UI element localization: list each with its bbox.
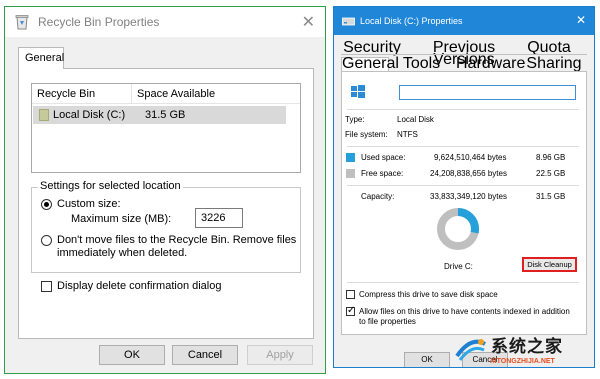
- apply-button[interactable]: Apply: [247, 345, 313, 365]
- watermark-logo-icon: [455, 339, 486, 361]
- compress-drive-label: Compress this drive to save disk space: [359, 290, 498, 299]
- title-bar: Local Disk (C:) Properties ✕: [334, 7, 594, 35]
- divider: [347, 185, 579, 186]
- type-value: Local Disk: [397, 115, 434, 124]
- watermark-text: 系统之家: [491, 337, 563, 356]
- max-size-input[interactable]: 3226: [195, 208, 243, 228]
- tab-security[interactable]: Security: [342, 40, 402, 56]
- divider: [347, 146, 579, 147]
- list-item[interactable]: Local Disk (C:) 31.5 GB: [33, 106, 286, 124]
- capacity-label: Capacity:: [361, 192, 395, 201]
- drive-name-input[interactable]: [399, 85, 576, 100]
- disk-cleanup-button[interactable]: Disk Cleanup: [522, 257, 577, 272]
- confirm-dialog-label: Display delete confirmation dialog: [57, 280, 222, 292]
- index-contents-checkbox[interactable]: [346, 305, 355, 316]
- disk-usage-donut: [437, 208, 479, 250]
- watermark-url: XITONGZHIJIA.NET: [490, 358, 555, 365]
- column-header-location[interactable]: Recycle Bin Location: [32, 83, 132, 120]
- free-space-swatch: [346, 169, 355, 178]
- drive-label: Drive C:: [444, 262, 473, 271]
- file-system-label: File system:: [345, 130, 388, 139]
- site-watermark: 系统之家 XITONGZHIJIA.NET: [448, 328, 598, 376]
- ok-button[interactable]: OK: [404, 352, 450, 367]
- tab-previous-versions[interactable]: Previous Versions: [414, 40, 514, 68]
- close-icon[interactable]: ✕: [576, 13, 586, 27]
- recycle-bin-properties-dialog: Recycle Bin Properties ✕ General Recycle…: [4, 6, 326, 374]
- max-size-label: Maximum size (MB):: [71, 213, 172, 225]
- type-label: Type:: [345, 115, 365, 124]
- compress-drive-checkbox[interactable]: [346, 290, 355, 299]
- free-space-bytes: 24,208,838,656 bytes: [430, 169, 507, 178]
- capacity-size: 31.5 GB: [536, 192, 566, 201]
- local-disk-properties-dialog: Local Disk (C:) Properties ✕ Security Pr…: [333, 6, 595, 368]
- drive-icon: [342, 17, 355, 25]
- custom-size-radio[interactable]: [41, 199, 52, 210]
- custom-size-label: Custom size:: [57, 198, 121, 210]
- general-panel: Recycle Bin Location Space Available Loc…: [18, 68, 314, 339]
- list-header: Recycle Bin Location Space Available: [32, 83, 300, 120]
- divider: [347, 282, 579, 283]
- dialog-title: Local Disk (C:) Properties: [360, 16, 463, 26]
- confirm-dialog-checkbox[interactable]: [41, 281, 52, 292]
- used-space-bytes: 9,624,510,464 bytes: [434, 153, 507, 162]
- used-space-label: Used space:: [361, 153, 406, 162]
- tab-general[interactable]: General: [18, 47, 64, 69]
- settings-group-legend: Settings for selected location: [38, 180, 183, 192]
- file-system-value: NTFS: [397, 130, 418, 139]
- close-icon[interactable]: ✕: [302, 12, 315, 32]
- title-bar: Recycle Bin Properties ✕: [5, 7, 325, 37]
- capacity-bytes: 33,833,349,120 bytes: [430, 192, 507, 201]
- column-header-space[interactable]: Space Available: [132, 84, 215, 104]
- dont-move-radio[interactable]: [41, 235, 52, 246]
- drive-icon: [39, 109, 49, 121]
- used-space-size: 8.96 GB: [536, 153, 566, 162]
- tab-sharing[interactable]: Sharing: [526, 56, 582, 72]
- general-panel: Type: Local Disk File system: NTFS Used …: [341, 71, 587, 335]
- space-cell: 31.5 GB: [145, 109, 186, 121]
- dont-move-label: Don't move files to the Recycle Bin. Rem…: [57, 234, 297, 259]
- tab-quota[interactable]: Quota: [524, 40, 574, 56]
- used-space-swatch: [346, 153, 355, 162]
- index-contents-label: Allow files on this drive to have conten…: [359, 307, 570, 326]
- location-cell: Local Disk (C:): [53, 109, 126, 121]
- dialog-title: Recycle Bin Properties: [38, 15, 160, 29]
- tab-hardware[interactable]: Hardware: [456, 56, 525, 72]
- ok-button[interactable]: OK: [99, 345, 165, 365]
- tab-tools[interactable]: Tools: [394, 56, 449, 72]
- divider: [347, 109, 579, 110]
- recycle-bin-location-list[interactable]: Recycle Bin Location Space Available Loc…: [31, 83, 301, 173]
- windows-logo-icon: [351, 85, 365, 98]
- cancel-button[interactable]: Cancel: [172, 345, 238, 365]
- free-space-size: 22.5 GB: [536, 169, 566, 178]
- recycle-bin-icon: [15, 15, 29, 30]
- free-space-label: Free space:: [361, 169, 404, 178]
- tab-general[interactable]: General: [341, 56, 399, 72]
